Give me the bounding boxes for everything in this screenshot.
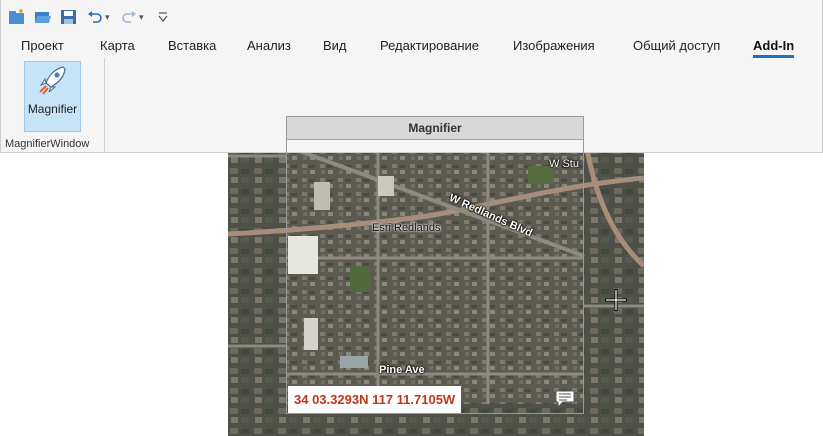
magnifier-window[interactable]: Magnifier 34 03.3293N 117 11.7105W (286, 116, 584, 414)
save-project-icon[interactable] (59, 7, 79, 27)
open-project-icon[interactable] (33, 7, 53, 27)
street-label-w-stu: W Stu (549, 158, 579, 170)
tab-imagery[interactable]: Изображения (513, 38, 595, 53)
comment-icon[interactable] (555, 390, 575, 408)
magnifier-button-label: Magnifier (27, 102, 78, 116)
new-project-icon[interactable] (7, 7, 27, 27)
quick-access-toolbar: ▾ ▾ (7, 7, 179, 27)
street-label-pine-ave: Pine Ave (379, 364, 425, 376)
place-label-esri-redlands: Esri Redlands (372, 222, 441, 234)
tab-view[interactable]: Вид (323, 38, 347, 53)
group-label: MagnifierWindow (5, 138, 90, 150)
tab-map[interactable]: Карта (100, 38, 135, 53)
magnifier-title[interactable]: Magnifier (287, 117, 583, 140)
redo-icon[interactable] (119, 7, 139, 27)
customize-toolbar-icon[interactable] (153, 7, 173, 27)
undo-dropdown-icon[interactable]: ▾ (105, 12, 113, 23)
tab-insert[interactable]: Вставка (168, 38, 216, 53)
tab-add-in[interactable]: Add-In (753, 38, 795, 58)
redo-dropdown-icon[interactable]: ▾ (139, 12, 147, 23)
magnifier-window-group: Magnifier MagnifierWindow (1, 58, 105, 152)
ribbon-tabs: Проект Карта Вставка Анализ Вид Редактир… (1, 38, 822, 58)
tab-project[interactable]: Проект (21, 38, 64, 53)
rocket-icon (39, 66, 66, 95)
magnifier-button[interactable]: Magnifier (24, 61, 81, 132)
tab-share[interactable]: Общий доступ (633, 38, 720, 53)
tab-analysis[interactable]: Анализ (247, 38, 291, 53)
tab-edit[interactable]: Редактирование (380, 38, 479, 53)
undo-icon[interactable] (85, 7, 105, 27)
crosshair-cursor-icon (605, 289, 627, 311)
coordinate-readout: 34 03.3293N 117 11.7105W (288, 386, 462, 413)
